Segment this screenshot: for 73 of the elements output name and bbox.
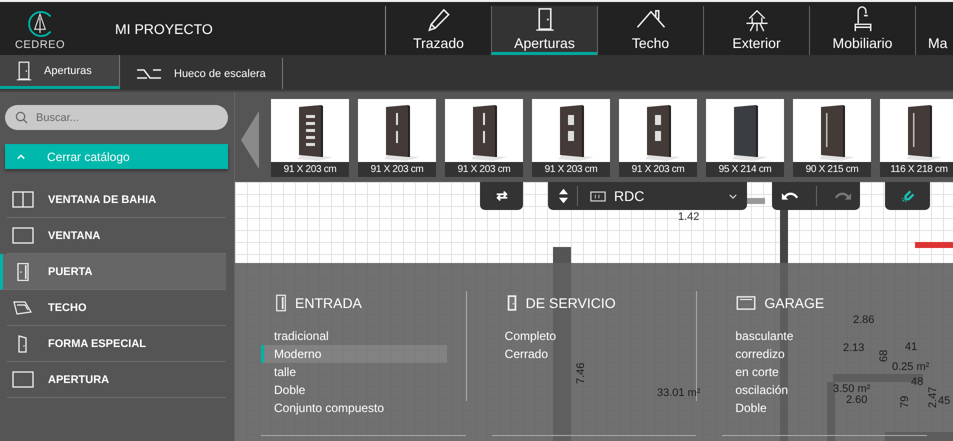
menu-item[interactable]: Moderno bbox=[261, 345, 447, 363]
level-selector[interactable]: RDC bbox=[548, 182, 747, 210]
menu-item[interactable]: oscilación bbox=[722, 381, 788, 399]
menu-item[interactable]: basculante bbox=[722, 327, 794, 345]
dimension-label: 2.60 bbox=[846, 394, 868, 406]
section-title: DE SERVICIO bbox=[526, 295, 616, 311]
door-product-card[interactable]: 116 X 218 cm bbox=[880, 99, 953, 177]
sub-tab[interactable]: Hueco de escalera bbox=[120, 58, 283, 89]
menu-item[interactable]: talle bbox=[261, 363, 296, 381]
level-name: RDC bbox=[614, 188, 646, 204]
menu-item[interactable]: Doble bbox=[261, 381, 306, 399]
door-icon bbox=[275, 294, 287, 312]
door-product-card[interactable]: 90 X 215 cm bbox=[793, 99, 871, 177]
door-product-card[interactable]: 95 X 214 cm bbox=[706, 99, 784, 177]
dimension-label: 2.86 bbox=[853, 314, 874, 326]
menu-item[interactable]: corredizo bbox=[722, 345, 785, 363]
dimension-label: 45 bbox=[938, 395, 950, 407]
project-title: MI PROYECTO bbox=[114, 20, 214, 36]
up-down-arrows-icon[interactable] bbox=[558, 187, 569, 205]
size-label: 95 X 214 cm bbox=[706, 162, 784, 177]
menu-item[interactable]: Doble bbox=[722, 399, 767, 417]
dimension-label: 7.46 bbox=[575, 362, 587, 384]
logo-text: CEDREO bbox=[14, 38, 66, 50]
magnet-button[interactable] bbox=[885, 182, 930, 210]
size-label: 91 X 203 cm bbox=[619, 162, 697, 177]
door-icon bbox=[506, 294, 518, 312]
window-icon bbox=[12, 190, 34, 208]
stairs-icon bbox=[136, 68, 162, 80]
dimension-label: 1.42 bbox=[678, 211, 700, 223]
swap-button[interactable] bbox=[480, 182, 523, 210]
garage-door-icon bbox=[736, 296, 756, 310]
category-item[interactable]: VENTANA DE BAHIA bbox=[7, 182, 226, 218]
caret-up-icon bbox=[17, 154, 25, 160]
menu-item[interactable]: Conjunto compuesto bbox=[261, 399, 384, 417]
nav-tab[interactable]: Aperturas bbox=[491, 6, 597, 55]
size-label: 91 X 203 cm bbox=[532, 162, 610, 177]
search-field[interactable]: Buscar... bbox=[5, 105, 228, 130]
window-icon bbox=[12, 226, 34, 244]
category-item[interactable]: APERTURA bbox=[7, 362, 226, 398]
dimension-label: 48 bbox=[911, 376, 924, 388]
size-label: 91 X 203 cm bbox=[271, 162, 349, 177]
door-product-card[interactable]: 91 X 203 cm bbox=[532, 99, 610, 177]
menu-item[interactable]: Completo bbox=[492, 327, 556, 345]
size-label: 90 X 215 cm bbox=[793, 162, 871, 177]
door-icon bbox=[16, 60, 32, 82]
menu-item[interactable]: Cerrado bbox=[492, 345, 548, 363]
skylight-icon bbox=[12, 298, 34, 316]
dimension-label: 3.50 m² bbox=[833, 383, 870, 395]
size-label: 91 X 203 cm bbox=[445, 162, 523, 177]
door-product-card[interactable]: 91 X 203 cm bbox=[445, 99, 523, 177]
dimension-label: 2.47 bbox=[927, 386, 939, 408]
door-product-card[interactable]: 91 X 203 cm bbox=[271, 99, 349, 177]
section-title: GARAGE bbox=[764, 295, 824, 311]
dimension-label: 41 bbox=[905, 341, 918, 353]
size-label: 91 X 203 cm bbox=[358, 162, 436, 177]
section-title: ENTRADA bbox=[295, 295, 362, 311]
menu-item[interactable]: en corte bbox=[722, 363, 779, 381]
dimension-label: 0.25 m² bbox=[892, 361, 930, 373]
menu-item[interactable]: tradicional bbox=[261, 327, 329, 345]
floor-icon bbox=[590, 190, 606, 202]
category-item[interactable]: TECHO bbox=[7, 290, 226, 326]
dimension-label: 33.01 m² bbox=[657, 387, 700, 399]
window-icon bbox=[12, 370, 34, 388]
category-item[interactable]: FORMA ESPECIAL bbox=[7, 326, 226, 362]
door-product-card[interactable]: 91 X 203 cm bbox=[358, 99, 436, 177]
sub-tab[interactable]: Aperturas bbox=[0, 55, 120, 89]
dimension-label: 79 bbox=[899, 396, 911, 408]
category-item[interactable]: PUERTA bbox=[0, 254, 226, 290]
caret-icon bbox=[729, 194, 737, 198]
dimension-label: 2.13 bbox=[843, 342, 864, 354]
dimension-label: 68 bbox=[878, 350, 890, 362]
door-product-card[interactable]: 91 X 203 cm bbox=[619, 99, 697, 177]
size-label: 116 X 218 cm bbox=[880, 162, 953, 177]
